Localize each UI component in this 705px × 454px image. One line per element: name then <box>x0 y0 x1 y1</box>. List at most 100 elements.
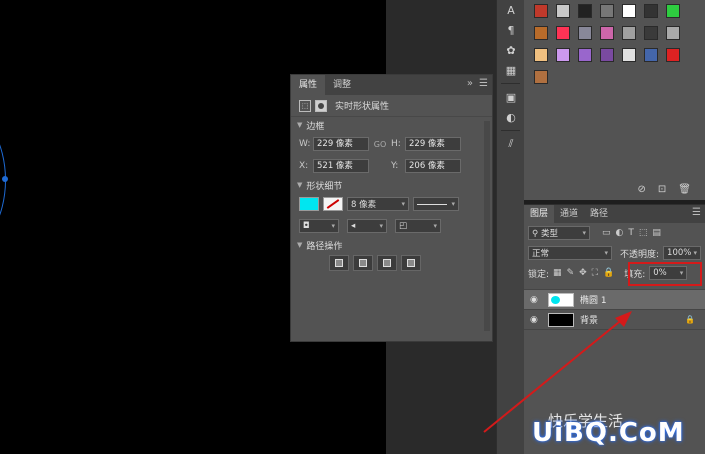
chevron-down-icon: ▼ <box>297 241 303 249</box>
stroke-corners-dropdown[interactable]: ◰ ▾ <box>395 219 441 233</box>
filter-kind-dropdown[interactable]: ⚲ 类型 ▾ <box>528 226 590 240</box>
eye-icon[interactable]: ◉ <box>530 295 542 305</box>
color-swatch[interactable] <box>666 48 680 62</box>
tab-layers[interactable]: 图层 <box>524 205 555 223</box>
shape-section-header[interactable]: ▼ 形状细节 <box>291 177 492 193</box>
lock-pixels-icon[interactable]: ✎ <box>567 268 575 278</box>
opacity-field[interactable]: 100% ▾ <box>663 246 702 260</box>
color-swatch[interactable] <box>666 4 680 18</box>
panel-menu-icon[interactable]: ☰ <box>692 207 701 218</box>
properties-icon[interactable]: ▣ <box>497 87 525 107</box>
color-swatch[interactable] <box>534 26 548 40</box>
layer-row-background[interactable]: ◉ 背景 🔒 <box>524 310 705 330</box>
color-swatch[interactable] <box>534 4 548 18</box>
exclude-overlap-button[interactable] <box>401 255 421 271</box>
tab-paths[interactable]: 路径 <box>584 205 614 223</box>
eye-icon[interactable]: ◉ <box>530 315 542 325</box>
color-swatch[interactable] <box>622 4 636 18</box>
paragraph-icon[interactable]: ¶ <box>497 20 525 40</box>
new-swatch-icon[interactable]: ⊡ <box>658 184 666 195</box>
layer-name: 背景 <box>580 316 599 326</box>
color-swatch[interactable] <box>622 26 636 40</box>
color-swatch[interactable] <box>578 26 592 40</box>
layer-row-ellipse[interactable]: ◉ 椭圆 1 <box>524 290 705 310</box>
position-row: X: 521 像素 Y: 206 像素 <box>291 155 492 177</box>
color-swatch[interactable] <box>556 48 570 62</box>
color-swatch[interactable] <box>578 48 592 62</box>
tab-channels[interactable]: 通道 <box>554 205 584 223</box>
color-swatch[interactable] <box>600 4 614 18</box>
chevron-down-icon: ▼ <box>297 121 303 129</box>
color-swatch[interactable] <box>600 26 614 40</box>
lock-artboard-icon[interactable]: ⛶ <box>592 268 598 278</box>
properties-panel: 属性 调整 » ☰ ⬚ 实时形状属性 ▼ 边框 W: 229 像素 GO H: … <box>290 74 493 342</box>
height-field[interactable]: 229 像素 <box>405 137 461 151</box>
properties-scrollbar[interactable] <box>484 121 490 331</box>
subtract-shape-button[interactable] <box>353 255 373 271</box>
trash-icon[interactable]: 🗑 <box>678 184 691 195</box>
combine-shapes-button[interactable] <box>329 255 349 271</box>
stroke-color-swatch[interactable] <box>323 197 343 211</box>
path-anchor-point[interactable] <box>2 176 8 182</box>
lock-all-icon[interactable]: 🔒 <box>603 268 614 278</box>
tab-properties[interactable]: 属性 <box>291 75 326 95</box>
adjustments-icon[interactable]: ◐ <box>497 107 525 127</box>
size-row: W: 229 像素 GO H: 229 像素 <box>291 133 492 155</box>
width-field[interactable]: 229 像素 <box>313 137 369 151</box>
y-field[interactable]: 206 像素 <box>405 159 461 173</box>
color-swatch[interactable] <box>644 26 658 40</box>
width-label: W: <box>299 139 311 149</box>
blend-mode-dropdown[interactable]: 正常 ▾ <box>528 246 612 260</box>
panel-icon-dock: A ¶ ✿ ▦ ▣ ◐ ⫽ <box>496 0 524 454</box>
properties-title-row: ⬚ 实时形状属性 <box>291 95 492 117</box>
stroke-width-dropdown[interactable]: 8 像素 ▾ <box>347 197 409 211</box>
mask-icon[interactable] <box>315 99 327 112</box>
no-color-icon[interactable]: ⊘ <box>638 184 646 195</box>
swatches-panel: ⊘ ⊡ 🗑 <box>524 0 705 200</box>
type-filter-icon[interactable]: T <box>628 228 634 238</box>
color-swatch[interactable] <box>534 48 548 62</box>
opacity-label: 不透明度: <box>620 249 660 260</box>
swatch-grid <box>530 0 684 88</box>
styles-icon[interactable]: ✿ <box>497 40 525 60</box>
lock-position-icon[interactable]: ✥ <box>579 268 587 278</box>
y-label: Y: <box>391 161 399 171</box>
character-icon[interactable]: A <box>497 0 525 20</box>
brush-icon[interactable]: ⫽ <box>497 134 525 154</box>
pixel-filter-icon[interactable]: ▭ <box>602 228 611 238</box>
lock-transparent-icon[interactable]: ▦ <box>553 268 562 278</box>
tab-adjustments[interactable]: 调整 <box>325 75 359 95</box>
color-swatch[interactable] <box>534 70 548 84</box>
lock-label: 锁定: <box>528 269 550 280</box>
stroke-type-dropdown[interactable]: ▾ <box>413 197 459 211</box>
grid-icon[interactable]: ▦ <box>497 60 525 80</box>
color-swatch[interactable] <box>556 26 570 40</box>
path-ops-section-header[interactable]: ▼ 路径操作 <box>291 237 492 253</box>
watermark-logo: UiBQ.CoM <box>532 418 685 448</box>
path-operations <box>291 255 492 271</box>
link-icon[interactable]: GO <box>369 140 391 149</box>
x-label: X: <box>299 161 309 171</box>
layer-thumbnail <box>548 292 574 307</box>
transform-section-header[interactable]: ▼ 边框 <box>291 117 492 133</box>
fill-color-swatch[interactable] <box>299 197 319 211</box>
stroke-options-row: ◘ ▾ ◂ ▾ ◰ ▾ <box>291 215 492 237</box>
shape-filter-icon[interactable]: ⬚ <box>639 228 648 238</box>
stroke-align-dropdown[interactable]: ◘ ▾ <box>299 219 339 233</box>
panel-menu-icon[interactable]: ☰ <box>479 78 488 89</box>
color-swatch[interactable] <box>644 48 658 62</box>
chevron-down-icon: ▼ <box>297 181 303 189</box>
smart-object-filter-icon[interactable]: ▤ <box>652 228 661 238</box>
stroke-caps-dropdown[interactable]: ◂ ▾ <box>347 219 387 233</box>
collapse-icon[interactable]: » <box>467 78 473 89</box>
lock-icon: 🔒 <box>685 315 695 324</box>
x-field[interactable]: 521 像素 <box>313 159 369 173</box>
color-swatch[interactable] <box>578 4 592 18</box>
color-swatch[interactable] <box>600 48 614 62</box>
color-swatch[interactable] <box>556 4 570 18</box>
color-swatch[interactable] <box>622 48 636 62</box>
color-swatch[interactable] <box>666 26 680 40</box>
color-swatch[interactable] <box>644 4 658 18</box>
adjustment-filter-icon[interactable]: ◐ <box>616 228 624 238</box>
intersect-shapes-button[interactable] <box>377 255 397 271</box>
